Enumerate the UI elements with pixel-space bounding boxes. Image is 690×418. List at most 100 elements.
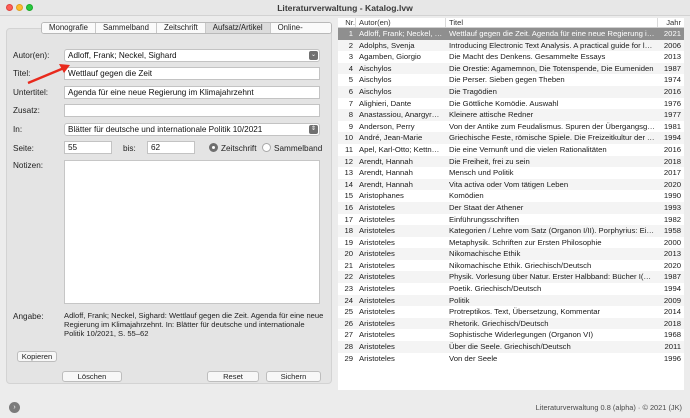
row-nr: 5 bbox=[348, 75, 353, 85]
table-row[interactable]: 3 Agamben, Giorgio Die Macht des Denkens. … bbox=[338, 51, 684, 63]
chevron-right-icon[interactable]: › bbox=[9, 402, 20, 413]
row-nr: 18 bbox=[344, 226, 353, 236]
in-combo[interactable]: Blätter für deutsche und internationale … bbox=[64, 123, 320, 136]
column-header-nr[interactable]: Nr. bbox=[338, 18, 356, 27]
table-row[interactable]: 18 Aristoteles Kategorien / Lehre vom Satz… bbox=[338, 225, 684, 237]
annotation-arrow-icon bbox=[27, 64, 70, 85]
sammelband-radio[interactable] bbox=[262, 143, 271, 152]
row-titel: Wettlauf gegen die Zeit. Agenda für eine… bbox=[449, 29, 658, 38]
chevron-down-icon[interactable]: ⌄ bbox=[309, 51, 318, 60]
zeitschrift-radio[interactable] bbox=[209, 143, 218, 152]
bis-label: bis: bbox=[123, 144, 136, 153]
autor-combo[interactable]: Adloff, Frank; Neckel, Sighard ⌄ bbox=[64, 49, 320, 62]
tab-monografie[interactable]: Monografie bbox=[42, 23, 97, 33]
table-row[interactable]: 9 Anderson, Perry Von der Antike zum Feuda… bbox=[338, 121, 684, 133]
sichern-button[interactable]: Sichern bbox=[266, 371, 321, 382]
kopieren-button[interactable]: Kopieren bbox=[17, 351, 57, 362]
row-titel: Die eine Vernunft und die vielen Rationa… bbox=[449, 144, 607, 154]
row-autor: Adloff, Frank; Neckel, Si... bbox=[359, 29, 446, 38]
title-bar: Literaturverwaltung - Katalog.lvw bbox=[0, 0, 690, 16]
tab-zeitschrift[interactable]: Zeitschrift bbox=[156, 23, 206, 33]
row-autor: Aischylos bbox=[359, 75, 392, 85]
row-autor: Aristophanes bbox=[359, 191, 404, 201]
table-header: Nr. Autor(en) Titel Jahr bbox=[338, 18, 684, 28]
table-row[interactable]: 5 Aischylos Die Perser. Sieben gegen Thebe… bbox=[338, 74, 684, 86]
table-row[interactable]: 25 Aristoteles Protreptikos. Text, Überset… bbox=[338, 306, 684, 318]
row-jahr: 1996 bbox=[663, 353, 681, 363]
in-label: In: bbox=[13, 125, 23, 134]
table-row[interactable]: 10 André, Jean-Marie Griechische Feste, rö… bbox=[338, 132, 684, 144]
row-titel: Rhetorik. Griechisch/Deutsch bbox=[449, 318, 549, 328]
row-jahr: 1958 bbox=[663, 226, 681, 236]
table-row[interactable]: 24 Aristoteles Politik 2009 bbox=[338, 294, 684, 307]
row-titel: Die Macht des Denkens. Gesammelte Essays bbox=[449, 52, 606, 62]
row-autor: Aischylos bbox=[359, 86, 392, 96]
tab-online-artikel[interactable]: Online-Artikel bbox=[270, 23, 331, 33]
titel-input[interactable]: Wettlauf gegen die Zeit bbox=[64, 67, 320, 80]
row-jahr: 1981 bbox=[663, 121, 681, 131]
row-jahr: 1987 bbox=[663, 63, 681, 73]
chevron-updown-icon[interactable]: ⇕ bbox=[309, 125, 318, 134]
row-nr: 27 bbox=[344, 330, 353, 340]
row-nr: 11 bbox=[345, 144, 353, 154]
row-autor: André, Jean-Marie bbox=[359, 133, 423, 143]
row-autor: Arendt, Hannah bbox=[359, 168, 413, 178]
table-row[interactable]: 27 Aristoteles Sophistische Widerlegungen … bbox=[338, 329, 684, 341]
row-nr: 22 bbox=[344, 272, 353, 282]
table-row[interactable]: 2 Adolphs, Svenja Introducing Electronic T… bbox=[338, 39, 684, 52]
table-row[interactable]: 19 Aristoteles Metaphysik. Schriften zur E… bbox=[338, 237, 684, 249]
table-row[interactable]: 16 Aristoteles Der Staat der Athener 1993 bbox=[338, 201, 684, 214]
loeschen-button[interactable]: Löschen bbox=[62, 371, 122, 382]
table-row[interactable]: 15 Aristophanes Komödien 1990 bbox=[338, 190, 684, 202]
reset-button[interactable]: Reset bbox=[207, 371, 259, 382]
tab-aufsatz-artikel[interactable]: Aufsatz/Artikel bbox=[205, 23, 271, 33]
row-nr: 8 bbox=[348, 110, 353, 120]
table-row[interactable]: 7 Alighieri, Dante Die Göttliche Komödie. … bbox=[338, 98, 684, 110]
row-nr: 23 bbox=[344, 284, 353, 294]
zusatz-input[interactable] bbox=[64, 104, 320, 117]
row-titel: Einführungsschriften bbox=[449, 214, 520, 224]
row-jahr: 2021 bbox=[663, 29, 681, 38]
row-autor: Aristoteles bbox=[359, 353, 395, 363]
row-autor: Aristoteles bbox=[359, 272, 395, 282]
table-row[interactable]: 8 Anastassiou, Anargyros;... Kleinere atti… bbox=[338, 109, 684, 121]
table-row[interactable]: 4 Aischylos Die Orestie: Agamemnon, Die To… bbox=[338, 62, 684, 75]
column-header-titel[interactable]: Titel bbox=[446, 18, 658, 27]
table-row[interactable]: 23 Aristoteles Poetik. Griechisch/Deutsch 1… bbox=[338, 283, 684, 295]
row-jahr: 2006 bbox=[663, 40, 681, 50]
table-row[interactable]: 21 Aristoteles Nikomachische Ethik. Griech… bbox=[338, 260, 684, 272]
table-row[interactable]: 11 Apel, Karl-Otto; Kettner,... Die eine V… bbox=[338, 144, 684, 156]
row-jahr: 1976 bbox=[663, 98, 681, 108]
column-header-jahr[interactable]: Jahr bbox=[658, 18, 684, 27]
notizen-textarea[interactable] bbox=[64, 160, 320, 304]
table-row[interactable]: 14 Arendt, Hannah Vita activa oder Vom tät… bbox=[338, 178, 684, 191]
bis-input[interactable]: 62 bbox=[147, 141, 195, 154]
row-autor: Aristoteles bbox=[359, 284, 395, 294]
table-row[interactable]: 29 Aristoteles Von der Seele 1996 bbox=[338, 353, 684, 365]
zeitschrift-radio-label: Zeitschrift bbox=[221, 144, 257, 153]
status-bar: › Literaturverwaltung 0.8 (alpha) · © 20… bbox=[0, 398, 690, 418]
table-row[interactable]: 1 Adloff, Frank; Neckel, Si... Wettlauf ge… bbox=[338, 28, 684, 40]
column-header-autor[interactable]: Autor(en) bbox=[356, 18, 446, 27]
row-autor: Aristoteles bbox=[359, 342, 395, 352]
table-row[interactable]: 13 Arendt, Hannah Mensch und Politik 2017 bbox=[338, 167, 684, 179]
tab-sammelband[interactable]: Sammelband bbox=[96, 23, 157, 33]
row-titel: Nikomachische Ethik. Griechisch/Deutsch bbox=[449, 260, 592, 270]
seite-input[interactable]: 55 bbox=[64, 141, 112, 154]
table-row[interactable]: 22 Aristoteles Physik. Vorlesung über Natu… bbox=[338, 271, 684, 284]
table-row[interactable]: 12 Arendt, Hannah Die Freiheit, frei zu se… bbox=[338, 155, 684, 168]
row-nr: 28 bbox=[344, 342, 353, 352]
table-row[interactable]: 20 Aristoteles Nikomachische Ethik 2013 bbox=[338, 248, 684, 260]
row-autor: Apel, Karl-Otto; Kettner,... bbox=[359, 144, 446, 154]
autor-label: Autor(en): bbox=[13, 51, 50, 60]
row-titel: Politik bbox=[449, 295, 470, 305]
row-titel: Der Staat der Athener bbox=[449, 202, 524, 212]
row-jahr: 2013 bbox=[663, 249, 681, 259]
table-row[interactable]: 17 Aristoteles Einführungsschriften 1982 bbox=[338, 214, 684, 226]
row-jahr: 2000 bbox=[663, 237, 681, 247]
untertitel-input[interactable]: Agenda für eine neue Regierung im Klimaj… bbox=[64, 86, 320, 99]
row-nr: 10 bbox=[344, 133, 353, 143]
table-row[interactable]: 6 Aischylos Die Tragödien 2016 bbox=[338, 85, 684, 98]
table-row[interactable]: 26 Aristoteles Rhetorik. Griechisch/Deutsc… bbox=[338, 317, 684, 330]
table-row[interactable]: 28 Aristoteles Über die Seele. Griechisch/… bbox=[338, 341, 684, 353]
